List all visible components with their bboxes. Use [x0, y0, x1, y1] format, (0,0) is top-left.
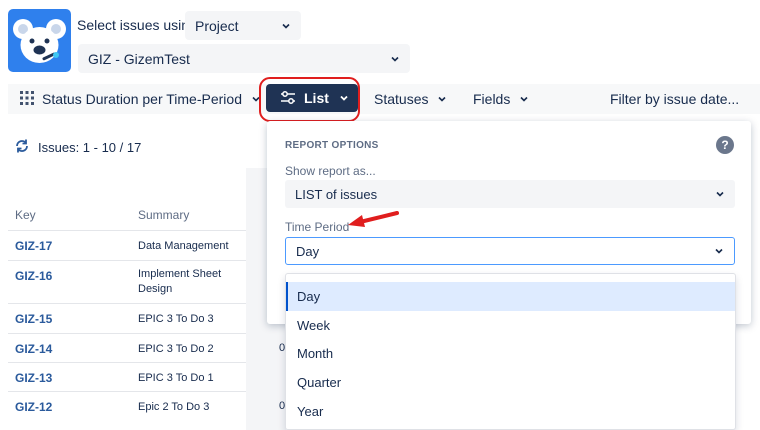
show-report-as-label: Show report as...	[285, 164, 376, 178]
time-period-menu: Day Week Month Quarter Year	[285, 273, 736, 430]
red-arrow-annotation	[348, 211, 399, 227]
chevron-down-icon	[390, 51, 400, 67]
issue-summary: EPIC 3 To Do 1	[138, 372, 214, 384]
chevron-down-icon	[519, 91, 529, 107]
statuses-dropdown[interactable]: Statuses	[374, 84, 447, 114]
table-row: GIZ-14 EPIC 3 To Do 2	[8, 333, 246, 362]
issue-source-select[interactable]: Project	[185, 11, 301, 40]
table-row: GIZ-15 EPIC 3 To Do 3	[8, 303, 246, 333]
report-type-label: Status Duration per Time-Period	[42, 91, 242, 107]
issue-summary: Epic 2 To Do 3	[138, 401, 210, 413]
help-icon[interactable]: ?	[716, 136, 734, 154]
issues-count-label: Issues: 1 - 10 / 17	[38, 140, 142, 155]
report-options-title: REPORT OPTIONS	[285, 140, 379, 151]
issue-key-link[interactable]: GIZ-15	[15, 312, 52, 326]
issues-count: Issues: 1 - 10 / 17	[14, 138, 141, 157]
issue-key-link[interactable]: GIZ-14	[15, 342, 52, 356]
issue-summary: EPIC 3 To Do 2	[138, 343, 214, 355]
chevron-down-icon	[281, 18, 291, 34]
time-period-option-week[interactable]: Week	[286, 311, 735, 340]
show-report-as-select[interactable]: LIST of issues	[285, 180, 735, 208]
grid-icon	[20, 90, 34, 108]
chevron-down-icon	[714, 244, 724, 259]
fields-dropdown[interactable]: Fields	[473, 84, 529, 114]
time-period-select[interactable]: Day	[285, 237, 735, 265]
project-select[interactable]: GIZ - GizemTest	[78, 44, 410, 73]
select-issues-label: Select issues using	[77, 17, 197, 33]
column-header-key: Key	[15, 208, 36, 222]
chevron-down-icon	[715, 187, 725, 202]
show-report-as-value: LIST of issues	[295, 186, 378, 202]
app-logo	[8, 9, 71, 72]
table-row: GIZ-13 EPIC 3 To Do 1	[8, 362, 246, 391]
issue-key-link[interactable]: GIZ-17	[15, 239, 52, 253]
time-period-option-day[interactable]: Day	[286, 282, 735, 311]
koala-icon	[13, 19, 66, 63]
report-type-dropdown[interactable]: Status Duration per Time-Period	[20, 84, 261, 114]
highlight-annotation	[259, 77, 360, 122]
table-row: GIZ-12 Epic 2 To Do 3	[8, 391, 246, 430]
filter-by-date-button[interactable]: Filter by issue date...	[610, 84, 739, 114]
report-toolbar: Status Duration per Time-Period Statuses…	[8, 84, 760, 114]
issue-summary: EPIC 3 To Do 3	[138, 313, 214, 325]
time-period-label: Time Period	[285, 220, 350, 234]
project-value: GIZ - GizemTest	[88, 50, 190, 67]
time-period-value: Day	[296, 243, 320, 259]
time-period-option-month[interactable]: Month	[286, 339, 735, 368]
refresh-icon[interactable]	[14, 138, 30, 157]
table-row: GIZ-17 Data Management	[8, 230, 246, 260]
issue-summary: Implement Sheet Design	[138, 268, 222, 295]
filter-label: Filter by issue date...	[610, 91, 740, 107]
issue-key-link[interactable]: GIZ-16	[15, 269, 52, 283]
column-header-summary: Summary	[138, 208, 190, 222]
chevron-down-icon	[437, 91, 447, 107]
fields-label: Fields	[473, 91, 511, 107]
issue-source-value: Project	[195, 17, 239, 34]
issue-key-link[interactable]: GIZ-12	[15, 400, 52, 414]
table-row: GIZ-16 Implement Sheet Design	[8, 260, 246, 303]
time-period-option-quarter[interactable]: Quarter	[286, 368, 735, 397]
issue-key-link[interactable]: GIZ-13	[15, 371, 52, 385]
statuses-label: Statuses	[374, 91, 429, 107]
issue-summary: Data Management	[138, 240, 229, 252]
time-period-option-year[interactable]: Year	[286, 397, 735, 426]
